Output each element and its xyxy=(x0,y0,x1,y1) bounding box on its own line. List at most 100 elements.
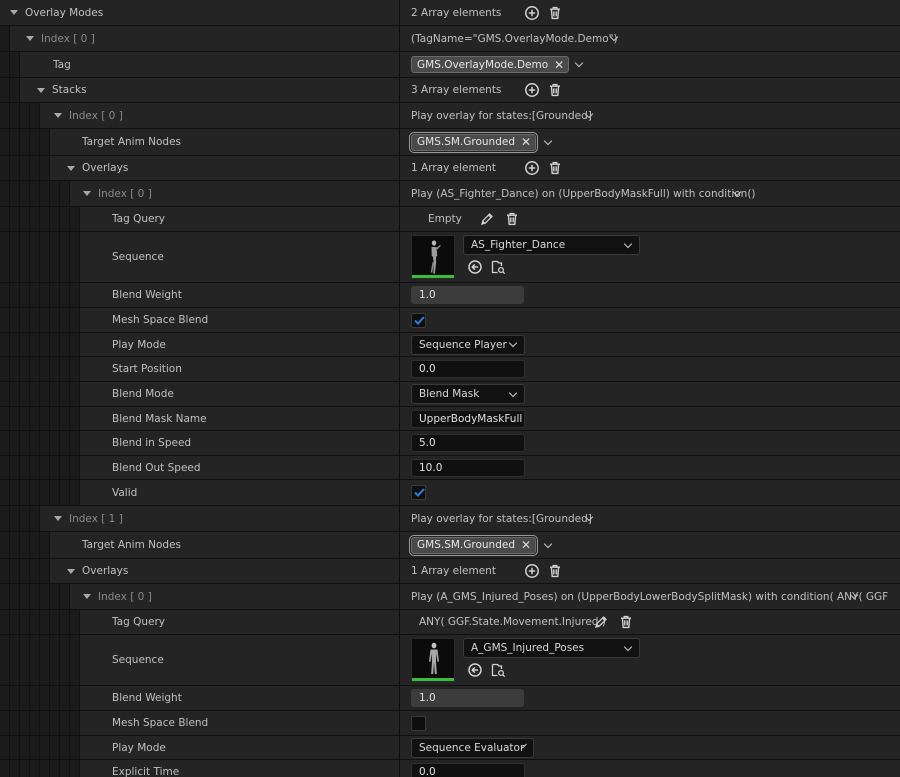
close-icon[interactable]: ✕ xyxy=(521,538,531,552)
chevron-down-icon[interactable] xyxy=(581,108,597,124)
find-in-browser-icon[interactable] xyxy=(490,259,506,275)
stacks-header[interactable]: Stacks xyxy=(37,78,87,102)
s0-valid-checkbox[interactable] xyxy=(411,485,426,500)
s0-mask-name-row: Blend Mask Name UpperBodyMaskFull xyxy=(0,407,900,431)
s0-blend-mode-label: Blend Mode xyxy=(112,388,174,400)
s1-play-mode-select[interactable]: Sequence Evaluator xyxy=(411,737,534,758)
trash-icon[interactable] xyxy=(618,614,634,630)
chevron-down-icon[interactable] xyxy=(540,134,556,150)
s0-play-mode-select[interactable]: Sequence Player xyxy=(411,334,525,355)
expand-arrow-icon[interactable] xyxy=(54,113,62,118)
s1-sequence-picker[interactable]: A_GMS_Injured_Poses xyxy=(463,638,640,658)
edit-icon[interactable] xyxy=(593,614,609,630)
stack1-index-header[interactable]: Index [ 1 ] xyxy=(54,506,123,531)
browse-back-icon[interactable] xyxy=(467,259,483,275)
stack1-target-chip-text: GMS.SM.Grounded xyxy=(417,539,516,551)
add-icon[interactable] xyxy=(524,160,540,176)
expand-arrow-icon[interactable] xyxy=(54,516,62,521)
s0-overlay-summary: Play (AS_Fighter_Dance) on (UpperBodyMas… xyxy=(411,187,756,200)
chevron-down-icon xyxy=(508,338,518,348)
s0-blend-out-input[interactable]: 10.0 xyxy=(411,458,525,477)
stack0-overlays-header[interactable]: Overlays xyxy=(67,156,128,180)
expand-arrow-icon[interactable] xyxy=(83,191,91,196)
s0-tag-query-text: Empty xyxy=(428,213,462,225)
s0-mask-name-input[interactable]: UpperBodyMaskFull xyxy=(411,409,525,428)
chevron-down-icon xyxy=(623,642,633,651)
tag-chip-text: GMS.OverlayMode.Demo xyxy=(417,58,549,71)
s0-overlay-index-value: Play (AS_Fighter_Dance) on (UpperBodyMas… xyxy=(400,181,900,206)
expand-arrow-icon[interactable] xyxy=(10,10,18,15)
s1-blend-weight-slider[interactable]: 1.0 xyxy=(411,689,524,707)
trash-icon[interactable] xyxy=(547,5,563,21)
s0-start-position-input[interactable]: 0.0 xyxy=(411,360,525,378)
expand-arrow-icon[interactable] xyxy=(37,87,45,93)
chevron-down-icon[interactable] xyxy=(571,57,587,73)
close-icon[interactable]: ✕ xyxy=(521,135,531,149)
s1-overlay-index-row: Index [ 0 ] Play (A_GMS_Injured_Poses) o… xyxy=(0,584,900,610)
s0-blend-mode-select[interactable]: Blend Mask xyxy=(411,384,525,404)
mode-index-label: Index [ 0 ] xyxy=(41,32,95,45)
add-icon[interactable] xyxy=(524,5,540,21)
s0-sequence-picker[interactable]: AS_Fighter_Dance xyxy=(463,235,640,255)
chevron-down-icon[interactable] xyxy=(729,186,745,202)
s1-mesh-space-checkbox[interactable] xyxy=(411,715,426,731)
s0-mesh-space-checkbox[interactable] xyxy=(411,312,426,328)
s0-sequence-thumbnail[interactable] xyxy=(411,235,455,279)
mode-summary: (TagName="GMS.OverlayMode.Demo") xyxy=(411,32,618,45)
mode-index-row: Index [ 0 ] (TagName="GMS.OverlayMode.De… xyxy=(0,26,900,52)
stacks-row: Stacks 3 Array elements xyxy=(0,78,900,103)
s0-blend-weight-value: 1.0 xyxy=(419,289,436,301)
stack0-target-row: Target Anim Nodes GMS.SM.Grounded ✕ xyxy=(0,129,900,156)
expand-arrow-icon[interactable] xyxy=(26,36,34,41)
s1-mesh-space-row: Mesh Space Blend xyxy=(0,711,900,736)
s1-tag-query-text: ANY( GGF.State.Movement.Injured ) xyxy=(419,616,606,628)
s0-valid-label: Valid xyxy=(112,486,138,499)
close-icon[interactable]: ✕ xyxy=(554,58,564,72)
edit-icon[interactable] xyxy=(479,211,495,227)
expand-arrow-icon[interactable] xyxy=(67,165,75,171)
stack0-index-label: Index [ 0 ] xyxy=(69,109,123,122)
s1-sequence-thumbnail[interactable] xyxy=(411,638,455,682)
trash-icon[interactable] xyxy=(547,82,563,98)
stack0-index-row: Index [ 0 ] Play overlay for states:[Gro… xyxy=(0,103,900,129)
s0-blend-mode-row: Blend Mode Blend Mask xyxy=(0,382,900,407)
chevron-down-icon[interactable] xyxy=(606,31,622,47)
add-icon[interactable] xyxy=(524,82,540,98)
expand-arrow-icon[interactable] xyxy=(83,594,91,599)
s0-overlay-index-label: Index [ 0 ] xyxy=(98,187,152,200)
s1-overlay-summary: Play (A_GMS_Injured_Poses) on (UpperBody… xyxy=(411,590,889,603)
s0-start-position-value: 0.0 xyxy=(419,363,436,375)
browse-back-icon[interactable] xyxy=(467,662,483,678)
stack1-overlays-header[interactable]: Overlays xyxy=(67,559,128,583)
s0-play-mode-value: Sequence Player xyxy=(419,338,507,351)
chevron-down-icon[interactable] xyxy=(540,537,556,553)
overlay-modes-header[interactable]: Overlay Modes xyxy=(10,0,103,25)
expand-arrow-icon[interactable] xyxy=(67,568,75,574)
trash-icon[interactable] xyxy=(504,211,520,227)
chevron-down-icon[interactable] xyxy=(846,589,862,605)
mode-index-header[interactable]: Index [ 0 ] xyxy=(26,26,95,51)
s0-blend-weight-slider[interactable]: 1.0 xyxy=(411,286,524,304)
chevron-down-icon[interactable] xyxy=(581,511,597,527)
trash-icon[interactable] xyxy=(547,563,563,579)
add-icon[interactable] xyxy=(524,563,540,579)
s0-valid-row: Valid xyxy=(0,480,900,506)
s0-blend-in-input[interactable]: 5.0 xyxy=(411,434,525,452)
s1-overlay-index-header[interactable]: Index [ 0 ] xyxy=(83,584,152,609)
stacks-count: 3 Array elements xyxy=(411,84,502,96)
find-in-browser-icon[interactable] xyxy=(490,662,506,678)
s0-play-mode-row: Play Mode Sequence Player xyxy=(0,333,900,357)
s1-play-mode-row: Play Mode Sequence Evaluator xyxy=(0,736,900,760)
s1-explicit-time-input[interactable]: 0.0 xyxy=(411,763,525,777)
stack0-target-value: GMS.SM.Grounded ✕ xyxy=(400,129,900,155)
stack1-target-chip[interactable]: GMS.SM.Grounded ✕ xyxy=(408,534,539,556)
s0-overlay-index-header[interactable]: Index [ 0 ] xyxy=(83,181,152,206)
stack0-index-header[interactable]: Index [ 0 ] xyxy=(54,103,123,128)
stack0-overlays-value: 1 Array element xyxy=(400,156,900,180)
indent-guide xyxy=(0,26,10,51)
stack1-target-row: Target Anim Nodes GMS.SM.Grounded ✕ xyxy=(0,532,900,559)
stack0-overlays-label: Overlays xyxy=(82,162,129,174)
tag-chip[interactable]: GMS.OverlayMode.Demo ✕ xyxy=(411,56,570,73)
stack0-target-chip[interactable]: GMS.SM.Grounded ✕ xyxy=(408,131,539,153)
trash-icon[interactable] xyxy=(547,160,563,176)
